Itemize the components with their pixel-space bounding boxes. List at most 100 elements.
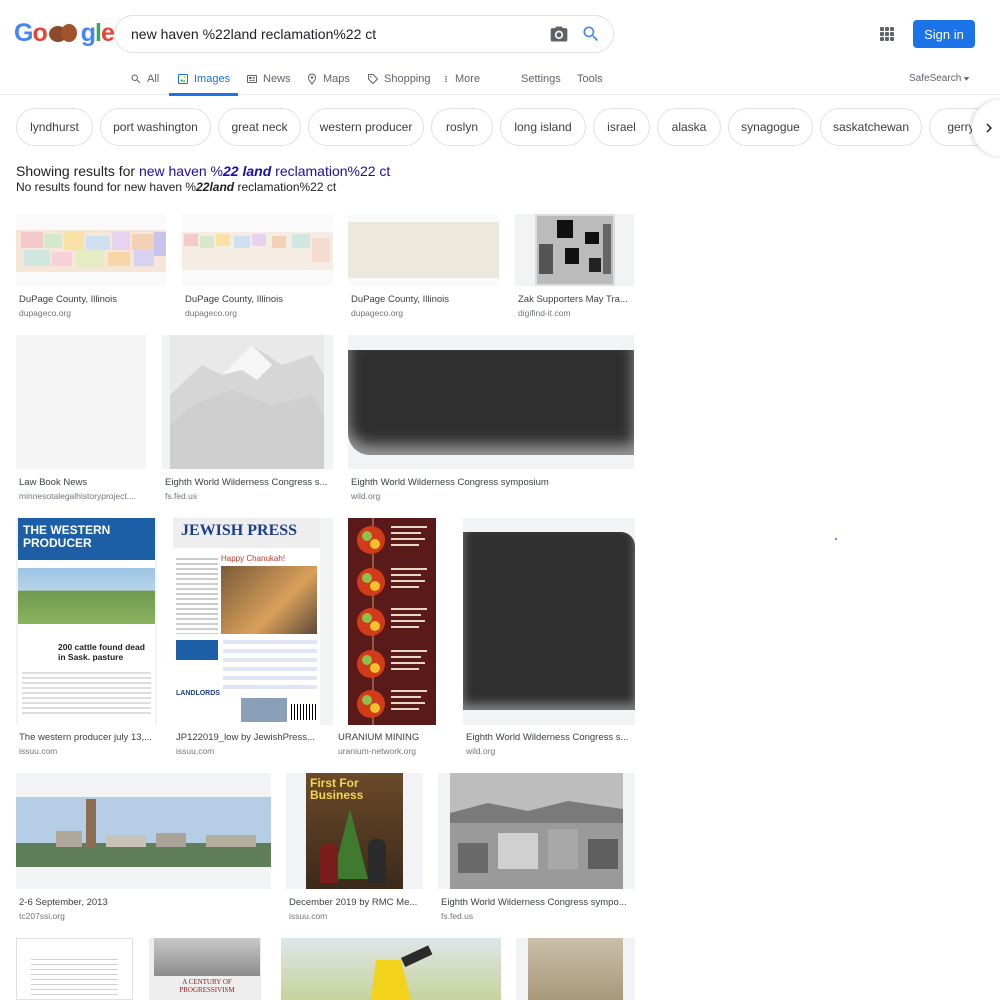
chip[interactable]: lyndhurst [16,108,93,146]
camera-icon[interactable] [549,24,569,44]
chip[interactable]: roslyn [431,108,493,146]
result-title[interactable]: Eighth World Wilderness Congress s... [466,732,634,743]
search-icon[interactable] [581,24,601,44]
result-title[interactable]: JP122019_low by JewishPress... [176,732,318,743]
result-source[interactable]: wild.org [351,491,633,501]
tab-shopping[interactable]: Shopping [367,62,431,95]
tab-label: More [455,72,481,85]
chip[interactable]: saskatchewan [820,108,922,146]
tab-images[interactable]: Images [169,62,239,96]
result-thumbnail[interactable] [182,214,333,286]
result-title[interactable]: DuPage County, Illinois [351,294,497,305]
search-tabs: All Images News Maps Shopping More Setti… [0,62,1000,96]
result-source[interactable]: dupageco.org [351,308,497,318]
result-title[interactable]: December 2019 by RMC Me... [289,897,421,908]
result-thumbnail[interactable] [438,773,635,889]
result-thumbnail[interactable] [281,938,501,1000]
result-thumbnail[interactable]: THE WESTERN PRODUCER 200 cattle found de… [16,518,157,725]
result-title[interactable]: The western producer july 13,... [19,732,156,743]
result-thumbnail[interactable] [16,335,146,469]
image-result[interactable] [16,938,133,1000]
image-result[interactable] [516,938,635,1000]
corrected-query-link[interactable]: new haven %22 land reclamation%22 ct [139,163,390,179]
result-thumbnail[interactable] [348,214,499,286]
image-result[interactable]: Eighth World Wilderness Congress sympo..… [438,773,635,923]
result-source[interactable]: fs.fed.us [441,911,633,921]
chip[interactable]: western producer [308,108,424,146]
loading-dot [835,538,837,540]
result-title[interactable]: Eighth World Wilderness Congress symposi… [351,477,633,488]
chip[interactable]: synagogue [728,108,813,146]
image-result[interactable]: Eighth World Wilderness Congress s... wi… [463,518,635,758]
result-source[interactable]: dupageco.org [185,308,331,318]
result-source[interactable]: fs.fed.us [165,491,331,501]
result-title[interactable]: 2-6 September, 2013 [19,897,269,908]
chip[interactable]: alaska [657,108,721,146]
tab-maps[interactable]: Maps [306,62,350,95]
query-correction: 22 land [223,163,272,179]
image-result[interactable]: Law Book News minnesotalegalhistoryproje… [16,335,147,503]
tab-more[interactable]: More [442,62,480,95]
image-result[interactable] [281,938,501,1000]
result-title[interactable]: DuPage County, Illinois [19,294,165,305]
search-box[interactable]: new haven %22land reclamation%22 ct [114,15,614,53]
search-input[interactable]: new haven %22land reclamation%22 ct [131,26,549,42]
result-source[interactable]: issuu.com [289,911,421,921]
text-column [176,558,218,634]
trees-photo [154,938,260,976]
image-result[interactable]: 2-6 September, 2013 tc207ssi.org [16,773,271,923]
result-source[interactable]: uranium-network.org [338,746,448,756]
result-title[interactable]: Eighth World Wilderness Congress sympo..… [441,897,633,908]
apps-grid-icon[interactable] [880,27,894,41]
result-thumbnail[interactable] [162,335,333,469]
showing-prefix: Showing results for [16,163,139,179]
result-thumbnail[interactable]: A CENTURY OF PROGRESSIVISM [149,938,261,1000]
image-result[interactable]: URANIUM MINING uranium-network.org [335,518,449,758]
result-thumbnail[interactable] [516,938,635,1000]
result-source[interactable]: tc207ssi.org [19,911,269,921]
news-icon [247,74,257,83]
image-result[interactable]: Eighth World Wilderness Congress symposi… [348,335,635,503]
result-thumbnail[interactable]: First For Business [286,773,423,889]
result-thumbnail[interactable] [515,214,634,286]
result-thumbnail[interactable] [16,214,166,286]
image-result[interactable]: THE WESTERN PRODUCER 200 cattle found de… [16,518,158,758]
result-source[interactable]: digifind-it.com [518,308,632,318]
sign-in-button[interactable]: Sign in [913,20,975,48]
safesearch-dropdown[interactable]: SafeSearch [909,62,970,95]
image-result[interactable]: DuPage County, Illinois dupageco.org [182,214,333,320]
chip[interactable]: port washington [100,108,211,146]
result-title[interactable]: URANIUM MINING [338,732,448,743]
tab-news[interactable]: News [246,62,291,95]
result-source[interactable]: dupageco.org [19,308,165,318]
result-thumbnail[interactable] [335,518,449,725]
image-result[interactable]: A CENTURY OF PROGRESSIVISM [149,938,261,1000]
image-result[interactable]: DuPage County, Illinois dupageco.org [16,214,167,320]
result-thumbnail[interactable] [463,518,635,725]
result-source[interactable]: issuu.com [176,746,318,756]
result-source[interactable]: wild.org [466,746,634,756]
result-title[interactable]: Law Book News [19,477,147,488]
chip[interactable]: israel [593,108,650,146]
result-title[interactable]: DuPage County, Illinois [185,294,331,305]
map-thumbnail [348,222,499,278]
tab-settings[interactable]: Settings [521,62,561,95]
result-thumbnail[interactable] [348,335,634,469]
image-result[interactable]: JEWISH PRESS Happy Chanukah! LANDLORDS J… [173,518,333,758]
image-result[interactable]: DuPage County, Illinois dupageco.org [348,214,499,320]
tab-all[interactable]: All [130,62,159,95]
result-thumbnail[interactable] [16,938,133,1000]
result-thumbnail[interactable] [16,773,271,889]
result-thumbnail[interactable]: JEWISH PRESS Happy Chanukah! LANDLORDS [173,518,333,725]
google-logo[interactable]: Go gle [14,18,115,48]
result-source[interactable]: issuu.com [19,746,156,756]
result-title[interactable]: Eighth World Wilderness Congress s... [165,477,331,488]
chip[interactable]: great neck [218,108,301,146]
image-result[interactable]: Zak Supporters May Tra... digifind-it.co… [515,214,634,320]
image-result[interactable]: First For Business December 2019 by RMC … [286,773,423,923]
chip[interactable]: long island [500,108,586,146]
result-title[interactable]: Zak Supporters May Tra... [518,294,632,305]
tab-tools[interactable]: Tools [577,62,603,95]
image-result[interactable]: Eighth World Wilderness Congress s... fs… [162,335,333,503]
result-source[interactable]: minnesotalegalhistoryproject.... [19,491,147,501]
